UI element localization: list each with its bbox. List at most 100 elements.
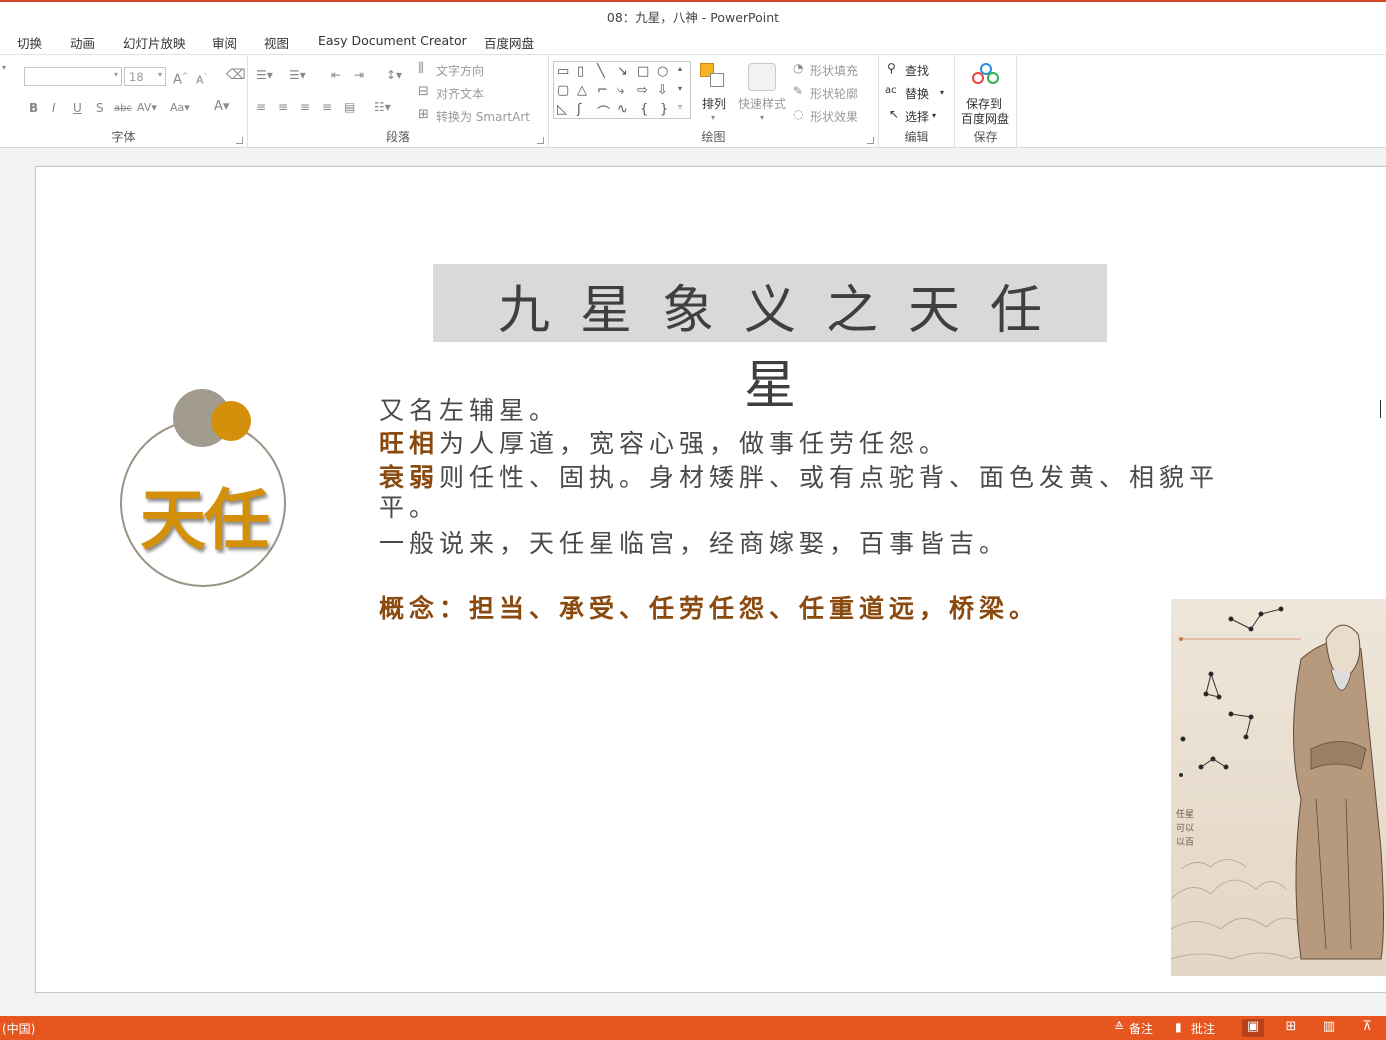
title-box[interactable]: 九星象义之天任星 [433, 264, 1107, 416]
reading-view-icon[interactable]: ▥ [1318, 1019, 1340, 1037]
italic-icon[interactable]: I [52, 101, 56, 115]
right-brace-shape-icon[interactable]: } [660, 102, 668, 117]
slide-editor-area: 九星象义之天任星 天任 又名左辅星。 旺相为人厚道，宽容心强，做事任劳任怨。 衰… [0, 148, 1386, 1016]
elbow-connector-shape-icon[interactable]: ⤷ [617, 83, 624, 98]
logo-orange-circle [211, 401, 251, 441]
convert-smartart-button[interactable]: 转换为 SmartArt [436, 108, 530, 125]
paragraph-dialog-launcher-icon[interactable] [537, 137, 544, 144]
gallery-more-icon[interactable]: ▿ [678, 102, 682, 111]
slideshow-view-icon[interactable]: ⊼ [1356, 1019, 1378, 1037]
text-direction-button[interactable]: 文字方向 [436, 62, 484, 79]
right-arrow-shape-icon[interactable]: ⇨ [637, 83, 648, 98]
save-group-label: 保存 [973, 130, 998, 144]
tab-transitions[interactable]: 切换 [17, 33, 42, 52]
shrink-font-icon[interactable]: Aˇ [196, 70, 207, 88]
sage-painting-image[interactable]: 任星 可以 以百 [1171, 599, 1386, 976]
shape-effects-button[interactable]: 形状效果 [810, 108, 858, 125]
clear-format-icon[interactable]: ⌫ [226, 68, 246, 82]
tab-animations[interactable]: 动画 [70, 33, 95, 52]
select-dropdown-icon[interactable]: ▾ [932, 109, 936, 123]
collapse-arrow-icon[interactable]: ▾ [2, 61, 6, 75]
slide-sorter-view-icon[interactable]: ⊞ [1280, 1019, 1302, 1037]
quick-styles-icon [748, 63, 776, 91]
normal-view-icon[interactable]: ▣ [1242, 1019, 1264, 1037]
arrange-dropdown-icon[interactable]: ▾ [711, 111, 715, 125]
change-case-icon[interactable]: Aa▾ [170, 101, 190, 115]
replace-button[interactable]: 替换 [905, 85, 929, 102]
arc-shape-icon[interactable]: ⌒ [597, 102, 610, 121]
bold-icon[interactable]: B [29, 101, 38, 115]
connector-shape-icon[interactable]: ⌐ [597, 83, 608, 98]
arrange-button[interactable]: 排列 [702, 95, 726, 112]
shape-fill-button[interactable]: 形状填充 [810, 62, 858, 79]
pen-icon: ✎ [793, 84, 804, 98]
tab-view[interactable]: 视图 [264, 33, 289, 52]
editing-group: ⚲ 查找 ac 替换 ▾ ↖ 选择 ▾ 编辑 [879, 55, 955, 148]
strikethrough-icon[interactable]: abc [114, 102, 132, 116]
underline-icon[interactable]: U [73, 101, 82, 115]
status-bar: (中国) ≙ 备注 ▮ 批注 ▣ ⊞ ▥ ⊼ [0, 1016, 1386, 1040]
gallery-down-icon[interactable]: ▾ [678, 84, 682, 93]
distributed-icon[interactable]: ▤ [344, 100, 355, 114]
binoculars-icon: ⚲ [887, 61, 896, 75]
find-button[interactable]: 查找 [905, 62, 929, 79]
baidu-netdisk-button[interactable]: 百度网盘 [961, 110, 1009, 127]
line-shape-icon[interactable]: ╲ [597, 64, 605, 79]
svg-text:任星: 任星 [1176, 808, 1194, 820]
font-size-combo[interactable]: 18 ▾ [124, 67, 166, 86]
increase-indent-icon[interactable]: ⇥ [354, 68, 364, 82]
char-spacing-icon[interactable]: AV▾ [137, 101, 157, 115]
tab-easy-document-creator[interactable]: Easy Document Creator [318, 33, 467, 48]
gallery-up-icon[interactable]: ▴ [678, 64, 682, 73]
left-brace-shape-icon[interactable]: { [640, 102, 648, 117]
scribble-shape-icon[interactable]: ʃ [577, 102, 581, 117]
line-spacing-icon[interactable]: ↕▾ [386, 68, 402, 82]
decrease-indent-icon[interactable]: ⇤ [331, 68, 341, 82]
rectangle-shape-icon[interactable]: □ [637, 64, 649, 79]
drawing-dialog-launcher-icon[interactable] [867, 137, 874, 144]
ribbon-tabs: 切换 动画 幻灯片放映 审阅 视图 Easy Document Creator … [0, 30, 1386, 54]
freeform-shape-icon[interactable]: ◺ [557, 102, 567, 117]
ribbon: ▾ ▾ 18 ▾ A^ Aˇ ⌫ B I U S abc AV▾ Aa▾ A▾ 字… [0, 54, 1386, 148]
font-color-icon[interactable]: A▾ [214, 100, 229, 114]
grow-font-icon[interactable]: A^ [173, 69, 188, 87]
tab-baidu-netdisk[interactable]: 百度网盘 [484, 33, 534, 52]
numbering-icon[interactable]: ☰▾ [289, 68, 306, 82]
comments-button[interactable]: 批注 [1191, 1020, 1215, 1037]
shape-outline-button[interactable]: 形状轮廓 [810, 85, 858, 102]
justify-icon[interactable]: ≡ [322, 100, 332, 114]
highlight-wangxiang: 旺相 [379, 429, 440, 458]
slide-canvas[interactable]: 九星象义之天任星 天任 又名左辅星。 旺相为人厚道，宽容心强，做事任劳任怨。 衰… [35, 166, 1386, 993]
select-button[interactable]: 选择 [905, 108, 929, 125]
font-dialog-launcher-icon[interactable] [236, 137, 243, 144]
smartart-icon: ⊞ [418, 107, 429, 122]
quick-styles-button[interactable]: 快速样式 [738, 95, 786, 112]
shapes-gallery[interactable]: ▭ ▯ ╲ ↘ □ ○ ▢ △ ⌐ ⤷ ⇨ ⇩ ◺ ʃ ⌒ ∿ { } ▴ ▾ … [553, 61, 691, 121]
font-name-combo[interactable]: ▾ [24, 67, 122, 86]
replace-dropdown-icon[interactable]: ▾ [940, 86, 944, 100]
down-arrow-shape-icon[interactable]: ⇩ [657, 83, 668, 98]
shadow-icon[interactable]: S [96, 101, 104, 115]
align-left-icon[interactable]: ≡ [256, 100, 266, 114]
align-text-button[interactable]: 对齐文本 [436, 85, 484, 102]
quick-styles-dropdown-icon[interactable]: ▾ [760, 111, 764, 125]
tab-review[interactable]: 审阅 [212, 33, 237, 52]
triangle-shape-icon[interactable]: △ [577, 83, 587, 98]
text-line-2: 旺相为人厚道，宽容心强，做事任劳任怨。 [379, 429, 950, 458]
rounded-rect-shape-icon[interactable]: ▢ [557, 83, 569, 98]
textbox-shape-icon[interactable]: ▭ [557, 64, 569, 79]
language-indicator[interactable]: (中国) [2, 1020, 35, 1037]
arrange-icon [700, 63, 726, 89]
notes-button[interactable]: 备注 [1129, 1020, 1153, 1037]
bullets-icon[interactable]: ☰▾ [256, 68, 273, 82]
oval-shape-icon[interactable]: ○ [657, 64, 668, 79]
tab-slideshow[interactable]: 幻灯片放映 [123, 33, 186, 52]
align-center-icon[interactable]: ≡ [278, 100, 288, 114]
select-cursor-icon: ↖ [889, 107, 900, 121]
arrow-line-shape-icon[interactable]: ↘ [617, 64, 628, 79]
vertical-textbox-shape-icon[interactable]: ▯ [577, 64, 584, 79]
align-right-icon[interactable]: ≡ [300, 100, 310, 114]
columns-icon[interactable]: ☷▾ [374, 100, 391, 114]
curve-shape-icon[interactable]: ∿ [617, 102, 628, 117]
drawing-group-label: 绘图 [701, 130, 726, 144]
